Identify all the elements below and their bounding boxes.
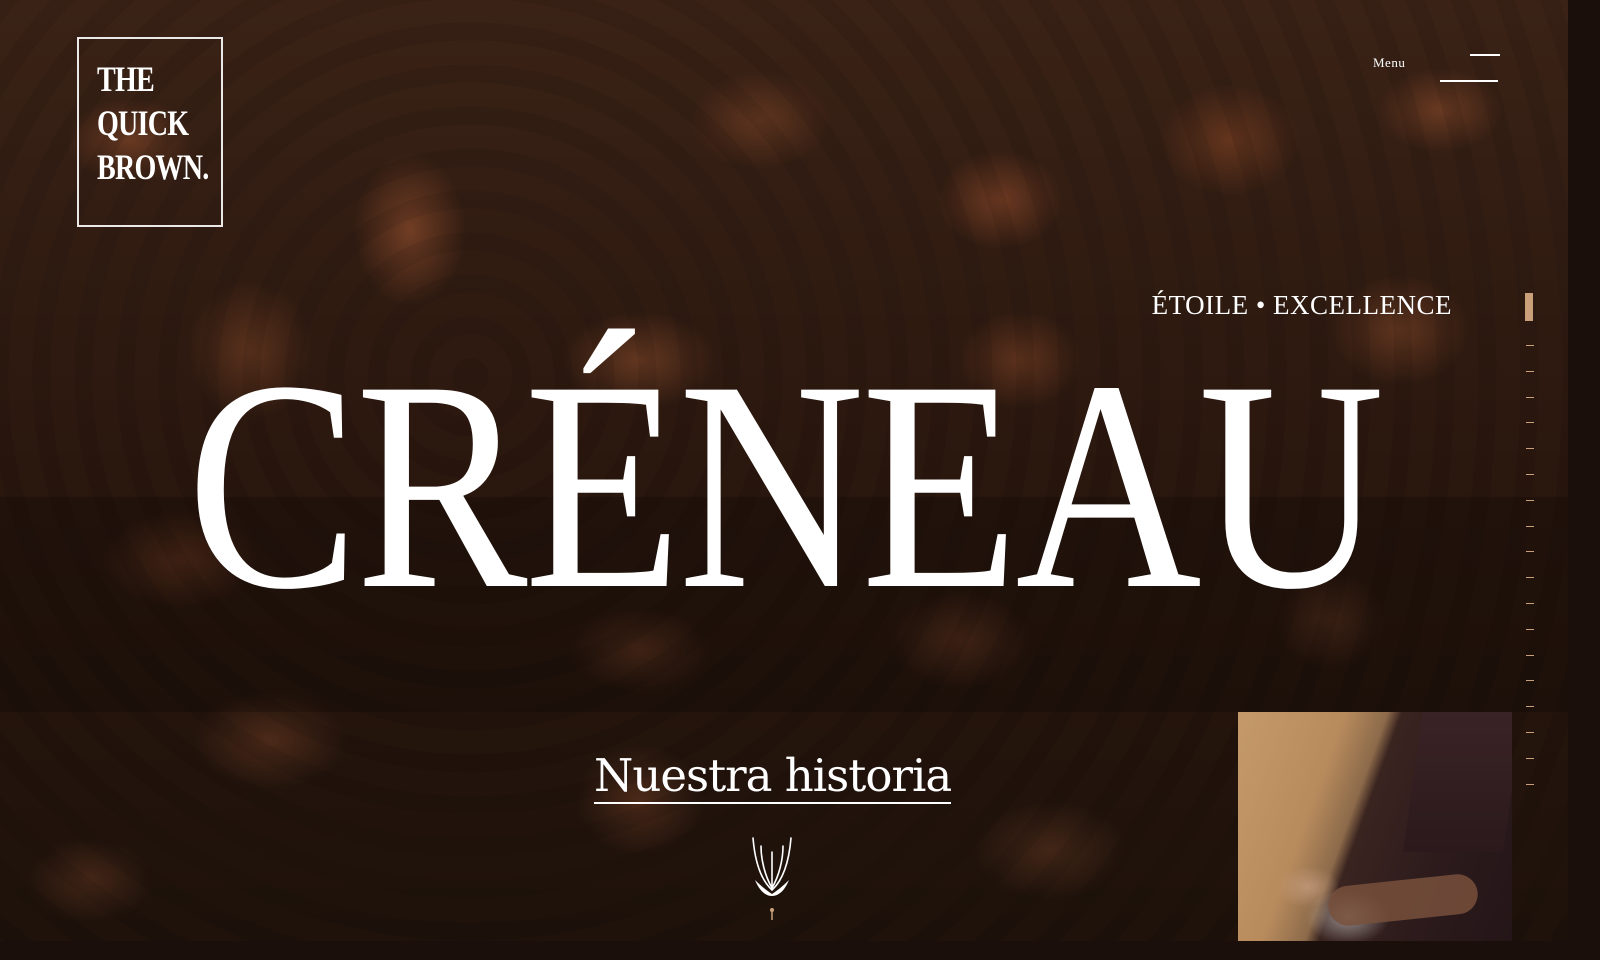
- rail-tick[interactable]: [1526, 680, 1534, 682]
- barista-photo-thumbnail[interactable]: [1238, 712, 1512, 941]
- site-logo[interactable]: THE QUICK BROWN.: [77, 37, 223, 227]
- menu-line-top: [1470, 54, 1500, 56]
- rail-tick[interactable]: [1526, 422, 1534, 424]
- logo-line-3: BROWN.: [97, 147, 209, 187]
- rail-tick[interactable]: [1526, 706, 1534, 708]
- hero-title: CRÉNEAU: [186, 319, 1385, 651]
- rail-tick[interactable]: [1526, 370, 1534, 372]
- rail-tick[interactable]: [1526, 628, 1534, 630]
- menu-line-bottom: [1440, 80, 1498, 82]
- logo-line-2: QUICK: [97, 103, 189, 143]
- rail-tick[interactable]: [1526, 757, 1534, 759]
- rail-tick[interactable]: [1526, 396, 1534, 398]
- rail-tick[interactable]: [1526, 654, 1534, 656]
- rail-tick[interactable]: [1526, 603, 1534, 604]
- rail-active-indicator[interactable]: [1525, 293, 1533, 321]
- rail-tick[interactable]: [1526, 525, 1534, 527]
- menu-label[interactable]: Menu: [1373, 55, 1405, 71]
- rail-tick[interactable]: [1526, 732, 1534, 733]
- logo-line-1: THE: [97, 59, 155, 99]
- logo-wordmark: THE QUICK BROWN.: [97, 57, 209, 189]
- rail-tick[interactable]: [1526, 448, 1534, 450]
- our-story-link[interactable]: Nuestra historia: [594, 750, 952, 804]
- rail-tick[interactable]: [1526, 474, 1534, 475]
- rail-tick[interactable]: [1526, 499, 1534, 501]
- hero-section: THE QUICK BROWN. Menu ÉTOILE • EXCELLENC…: [0, 0, 1568, 941]
- hero-tagline: ÉTOILE • EXCELLENCE: [1151, 290, 1452, 320]
- section-progress-rail[interactable]: [1524, 293, 1536, 785]
- rail-tick[interactable]: [1526, 577, 1534, 579]
- rail-tick[interactable]: [1526, 551, 1534, 553]
- rail-tick[interactable]: [1526, 783, 1534, 785]
- rail-tick[interactable]: [1526, 345, 1534, 346]
- leaf-emblem-icon[interactable]: [749, 832, 795, 922]
- hamburger-menu-icon[interactable]: [1438, 50, 1500, 86]
